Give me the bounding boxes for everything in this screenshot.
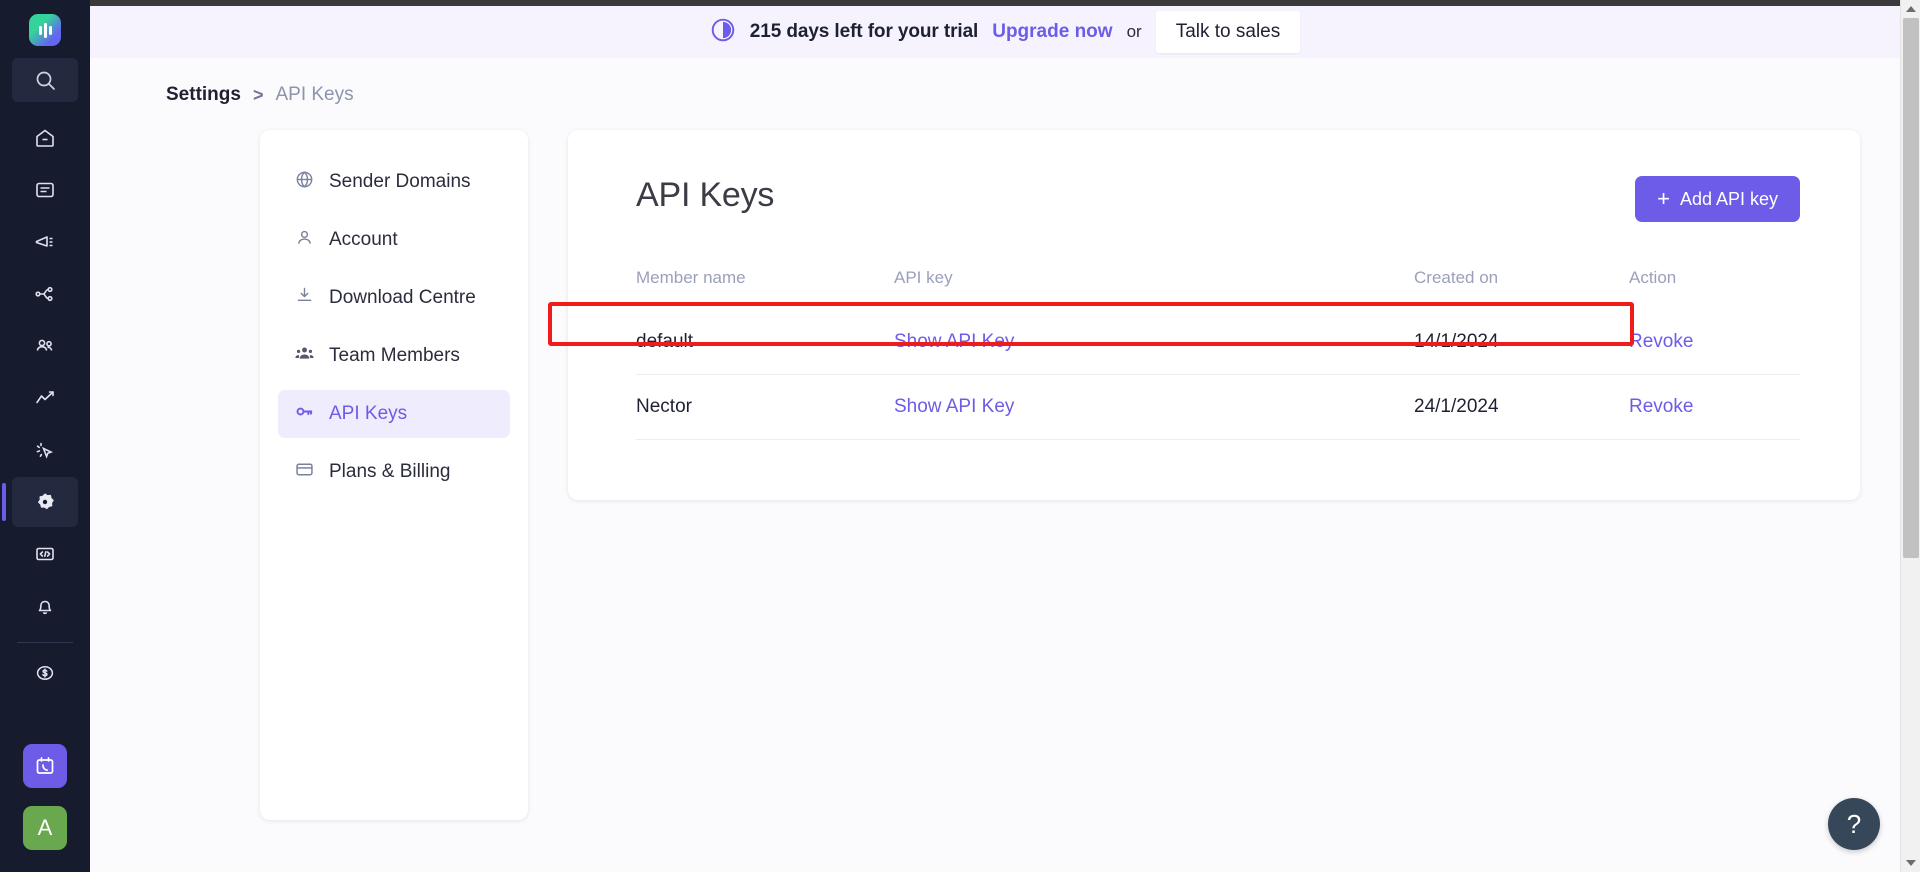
plus-icon: + xyxy=(1657,186,1670,211)
cell-api-key: Show API Key xyxy=(894,374,1414,440)
trial-banner: 215 days left for your trial Upgrade now… xyxy=(90,6,1920,58)
add-api-key-label: Add API key xyxy=(1679,188,1778,209)
settings-menu: Sender Domains Account Download Centre T… xyxy=(260,130,528,820)
cell-member-name: Nector xyxy=(636,374,894,440)
cell-api-key: Show API Key xyxy=(894,310,1414,375)
cell-action: Revoke xyxy=(1629,310,1800,375)
table-row: default Show API Key 14/1/2024 Revoke xyxy=(636,310,1800,375)
api-keys-table-head: Member name API key Created on Action xyxy=(636,268,1800,310)
rail-item-notifications[interactable] xyxy=(12,581,78,631)
rail-divider xyxy=(17,642,73,643)
app-root: A 215 days left for your trial Upgrade n… xyxy=(0,0,1920,872)
panel-header: API Keys + Add API key xyxy=(636,176,1800,222)
banner-or-label: or xyxy=(1126,22,1142,41)
page-content: Settings > API Keys Sender Domains Accou… xyxy=(90,58,1920,872)
logo-bar xyxy=(48,25,52,35)
add-api-key-button[interactable]: + Add API key xyxy=(1635,176,1800,222)
globe-icon xyxy=(294,169,315,195)
trial-message: 215 days left for your trial xyxy=(749,21,979,42)
rail-item-audience[interactable] xyxy=(12,321,78,371)
rail-item-billing[interactable] xyxy=(12,648,78,698)
cell-member-name: default xyxy=(636,310,894,375)
avatar[interactable]: A xyxy=(23,806,67,850)
cell-created-on: 14/1/2024 xyxy=(1414,310,1629,375)
page-title: API Keys xyxy=(636,176,775,214)
cell-created-on: 24/1/2024 xyxy=(1414,374,1629,440)
settings-menu-label: Plans & Billing xyxy=(329,461,451,482)
settings-menu-item-sender-domains[interactable]: Sender Domains xyxy=(278,158,510,206)
scroll-up-arrow[interactable] xyxy=(1900,0,1920,18)
rail-item-home[interactable] xyxy=(12,113,78,163)
settings-menu-label: Account xyxy=(329,229,398,250)
breadcrumb-root[interactable]: Settings xyxy=(166,84,241,106)
main-region: 215 days left for your trial Upgrade now… xyxy=(90,0,1920,872)
settings-menu-item-download-centre[interactable]: Download Centre xyxy=(278,274,510,322)
user-icon xyxy=(294,227,315,253)
scrollbar-track[interactable] xyxy=(1901,18,1920,854)
upgrade-now-link[interactable]: Upgrade now xyxy=(992,21,1112,43)
api-keys-panel-wrap: API Keys + Add API key Member name API k… xyxy=(528,130,1920,820)
primary-nav-rail: A xyxy=(0,0,90,872)
calendar-call-icon[interactable] xyxy=(23,744,67,788)
show-api-key-link[interactable]: Show API Key xyxy=(894,396,1014,417)
table-row: Nector Show API Key 24/1/2024 Revoke xyxy=(636,374,1800,440)
settings-menu-label: Team Members xyxy=(329,345,460,366)
api-keys-table-body: default Show API Key 14/1/2024 Revoke Ne… xyxy=(636,310,1800,440)
rail-item-analytics[interactable] xyxy=(12,373,78,423)
talk-to-sales-button[interactable]: Talk to sales xyxy=(1155,11,1301,53)
rail-item-campaigns[interactable] xyxy=(12,217,78,267)
settings-menu-item-plans-billing[interactable]: Plans & Billing xyxy=(278,448,510,496)
column-header-action: Action xyxy=(1629,268,1677,287)
rail-item-events[interactable] xyxy=(12,425,78,475)
settings-workarea: Sender Domains Account Download Centre T… xyxy=(90,106,1920,820)
show-api-key-link[interactable]: Show API Key xyxy=(894,331,1014,352)
team-icon xyxy=(294,343,315,369)
settings-menu-label: API Keys xyxy=(329,403,408,424)
settings-menu-label: Download Centre xyxy=(329,287,476,308)
settings-menu-label: Sender Domains xyxy=(329,171,471,192)
api-keys-panel: API Keys + Add API key Member name API k… xyxy=(568,130,1860,500)
settings-menu-item-api-keys[interactable]: API Keys xyxy=(278,390,510,438)
key-icon xyxy=(294,401,315,427)
column-header-member-name: Member name xyxy=(636,268,746,287)
scroll-down-arrow[interactable] xyxy=(1900,854,1920,872)
trial-clock-icon xyxy=(710,17,736,48)
scrollbar-thumb[interactable] xyxy=(1902,18,1919,558)
download-icon xyxy=(294,285,315,311)
rail-item-developers[interactable] xyxy=(12,529,78,579)
help-button[interactable]: ? xyxy=(1828,798,1880,850)
table-header-row: Member name API key Created on Action xyxy=(636,268,1800,310)
settings-menu-item-account[interactable]: Account xyxy=(278,216,510,264)
trial-banner-inner: 215 days left for your trial Upgrade now… xyxy=(710,11,1301,53)
column-header-api-key: API key xyxy=(894,268,953,287)
settings-menu-item-team-members[interactable]: Team Members xyxy=(278,332,510,380)
cell-action: Revoke xyxy=(1629,374,1800,440)
revoke-link[interactable]: Revoke xyxy=(1629,331,1693,352)
logo-bar xyxy=(38,25,42,35)
credit-card-icon xyxy=(294,459,315,485)
search-icon[interactable] xyxy=(12,58,78,102)
breadcrumb-current: API Keys xyxy=(275,84,354,105)
rail-item-workflows[interactable] xyxy=(12,269,78,319)
breadcrumb: Settings > API Keys xyxy=(90,58,1920,106)
api-keys-table: Member name API key Created on Action de… xyxy=(636,268,1800,440)
app-logo[interactable] xyxy=(29,14,61,46)
logo-bar xyxy=(43,22,47,38)
page-scrollbar[interactable] xyxy=(1900,0,1920,872)
rail-item-inbox[interactable] xyxy=(12,165,78,215)
revoke-link[interactable]: Revoke xyxy=(1629,396,1693,417)
rail-item-settings[interactable] xyxy=(2,477,78,527)
column-header-created-on: Created on xyxy=(1414,268,1499,287)
breadcrumb-separator: > xyxy=(252,84,264,105)
